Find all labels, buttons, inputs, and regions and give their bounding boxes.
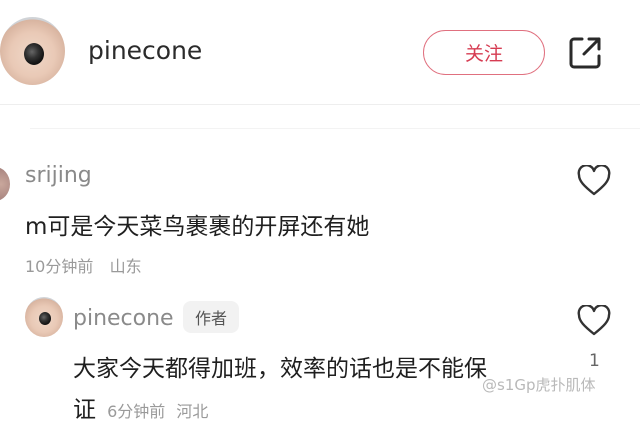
follow-button[interactable]: 关注: [423, 30, 545, 75]
reply-location: 河北: [176, 402, 209, 421]
header-username[interactable]: pinecone: [88, 36, 202, 65]
comment-username[interactable]: srijing: [25, 163, 92, 188]
author-avatar[interactable]: [0, 17, 65, 85]
comment-time: 10分钟前: [25, 257, 94, 276]
author-tag: 作者: [183, 301, 239, 333]
reply-text-line1[interactable]: 大家今天都得加班，效率的话也是不能保: [73, 349, 487, 383]
header-divider: [0, 104, 640, 105]
comment-location: 山东: [109, 257, 142, 276]
heart-outline-icon[interactable]: [577, 304, 611, 337]
commenter-avatar[interactable]: [0, 167, 10, 201]
section-divider: [30, 128, 640, 129]
reply-avatar[interactable]: [25, 297, 63, 337]
watermark: @s1Gp虎扑肌体: [482, 376, 596, 394]
share-out-icon[interactable]: [567, 35, 603, 71]
comment-meta: 10分钟前 山东: [25, 253, 142, 277]
like-count: 1: [589, 351, 600, 371]
reply-username[interactable]: pinecone: [73, 306, 174, 331]
reply-text-line2: 证 6分钟前 河北: [73, 390, 208, 424]
comment-text[interactable]: m可是今天菜鸟裹裹的开屏还有她: [25, 207, 369, 241]
reply-time: 6分钟前: [107, 402, 166, 421]
heart-outline-icon[interactable]: [577, 164, 611, 197]
reply-text-line2-start[interactable]: 证: [73, 397, 96, 423]
